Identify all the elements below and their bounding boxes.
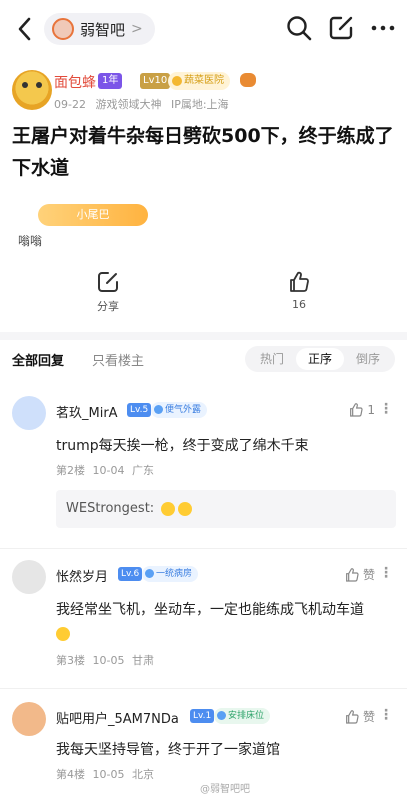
honor-badge: 蔬菜医院 (168, 72, 230, 90)
share-label: 分享 (97, 300, 119, 313)
commenter-avatar[interactable] (12, 560, 46, 594)
sort-switch: 热门 正序 倒序 (244, 346, 395, 372)
tail-tag: 小尾巴 (38, 204, 148, 226)
comment-like-label: 赞 (362, 710, 375, 724)
comment-date: 10-04 (92, 464, 125, 477)
comment-location: 广东 (131, 464, 154, 477)
sort-reverse[interactable]: 倒序 (344, 348, 392, 370)
emoji-icon (178, 501, 193, 516)
comment-text: trump每天挨一枪，终于变成了绵木千束 (56, 438, 309, 454)
tab-all-replies[interactable]: 全部回复 (12, 350, 64, 369)
post-body: 嗡嗡 (18, 234, 43, 248)
thumbs-up-icon (346, 709, 359, 724)
chevron-right-icon: > (131, 21, 143, 37)
like-button[interactable]: 16 (269, 270, 329, 311)
comment-divider (0, 548, 407, 549)
author-name[interactable]: 面包蜂 (54, 72, 96, 92)
commenter-name[interactable]: 怅然岁月 (56, 566, 108, 585)
top-bar: 弱智吧 > (0, 0, 407, 58)
forum-name: 弱智吧 (80, 20, 126, 39)
comment-meta: 第4楼 10-05 北京 (56, 766, 154, 782)
post-actions: 分享 16 (0, 270, 407, 326)
ip-location: IP属地:上海 (170, 98, 229, 111)
section-divider (0, 332, 407, 340)
comment-like-button[interactable]: 赞 (344, 566, 375, 583)
author-meta: 09-22 游戏领域大神 IP属地:上海 (54, 96, 229, 112)
watermark: @弱智吧吧 (200, 784, 250, 795)
comment-more-icon[interactable]: ⋮ (379, 565, 393, 581)
comment-text: 我每天坚持导管，终于开了一家道馆 (56, 742, 280, 758)
comment-floor: 第4楼 (56, 768, 85, 781)
level-badge: Lv10 (140, 73, 171, 89)
like-count: 16 (292, 298, 306, 311)
commenter-avatar[interactable] (12, 396, 46, 430)
comment-location: 北京 (131, 768, 154, 781)
comment-text: 我经常坐飞机，坐动车，一定也能练成飞机动车道 (56, 598, 396, 646)
sub-reply[interactable]: WEStrongest: (56, 490, 396, 528)
commenter-name[interactable]: 茗玖_MirA (56, 402, 118, 421)
author-avatar[interactable] (12, 70, 52, 110)
comment-floor: 第2楼 (56, 464, 85, 477)
commenter-avatar[interactable] (12, 702, 46, 736)
commenter-badge: 一统病房 (142, 566, 199, 582)
commenter-level: Lv.5 (127, 403, 152, 417)
post-title: 王屠户对着牛杂每日劈砍500下，终于练成了下水道 (12, 125, 394, 179)
comment-floor: 第3楼 (56, 654, 85, 667)
share-icon (98, 272, 118, 292)
post-author[interactable]: 面包蜂 1年 Lv10 蔬菜医院 09-22 游戏领域大神 IP属地:上海 (12, 68, 402, 114)
comment-like-button[interactable]: 赞 (344, 708, 375, 725)
comment-like-button[interactable]: 1 (348, 402, 375, 418)
commenter-level: Lv.1 (190, 709, 215, 723)
commenter-name[interactable]: 贴吧用户_5AM7NDa (56, 708, 179, 727)
comment-date: 10-05 (92, 654, 125, 667)
comment-more-icon[interactable]: ⋮ (379, 401, 393, 417)
author-title: 游戏领域大神 (95, 98, 162, 111)
search-icon[interactable] (285, 14, 313, 42)
sort-hot[interactable]: 热门 (248, 348, 296, 370)
emoji-icon (161, 501, 176, 516)
comment-item: 贴吧用户_5AM7NDa Lv.1 安排床位 赞 ⋮ 我每天坚持导管，终于开了一… (0, 696, 407, 786)
forum-pill[interactable]: 弱智吧 > (44, 13, 155, 45)
emoji-icon (56, 627, 70, 641)
commenter-badge: 安排床位 (214, 708, 271, 724)
gamepad-icon (240, 73, 256, 87)
comment-meta: 第2楼 10-04 广东 (56, 462, 154, 478)
tab-host-only[interactable]: 只看楼主 (92, 350, 144, 369)
thumbs-up-icon (290, 271, 309, 292)
commenter-badge: 便气外露 (151, 402, 208, 418)
back-arrow-icon[interactable] (12, 14, 38, 44)
thumbs-up-icon (346, 567, 359, 582)
fan-level-badge: 1年 (98, 73, 123, 89)
sort-order[interactable]: 正序 (295, 348, 344, 370)
comment-like-count: 1 (367, 403, 375, 417)
comment-more-icon[interactable]: ⋮ (379, 707, 393, 723)
sub-reply-author[interactable]: WEStrongest: (66, 501, 154, 516)
comment-meta: 第3楼 10-05 甘肃 (56, 652, 154, 668)
post-date: 09-22 (54, 98, 86, 111)
comment-item: 茗玖_MirA Lv.5 便气外露 1 ⋮ trump每天挨一枪，终于变成了绵木… (0, 390, 407, 540)
forum-avatar (52, 18, 74, 40)
share-button[interactable]: 分享 (78, 270, 138, 314)
comment-divider (0, 688, 407, 689)
edit-icon[interactable] (327, 14, 355, 42)
comment-date: 10-05 (92, 768, 125, 781)
commenter-level: Lv.6 (118, 567, 143, 581)
comment-text-content: 我经常坐飞机，坐动车，一定也能练成飞机动车道 (56, 602, 364, 618)
comment-like-label: 赞 (362, 568, 375, 582)
comment-item: 怅然岁月 Lv.6 一统病房 赞 ⋮ 我经常坐飞机，坐动车，一定也能练成飞机动车… (0, 556, 407, 681)
comment-location: 甘肃 (131, 654, 154, 667)
more-icon[interactable] (369, 14, 397, 42)
reply-tabs: 全部回复 只看楼主 热门 正序 倒序 (0, 340, 407, 376)
thumbs-up-icon (350, 403, 363, 417)
